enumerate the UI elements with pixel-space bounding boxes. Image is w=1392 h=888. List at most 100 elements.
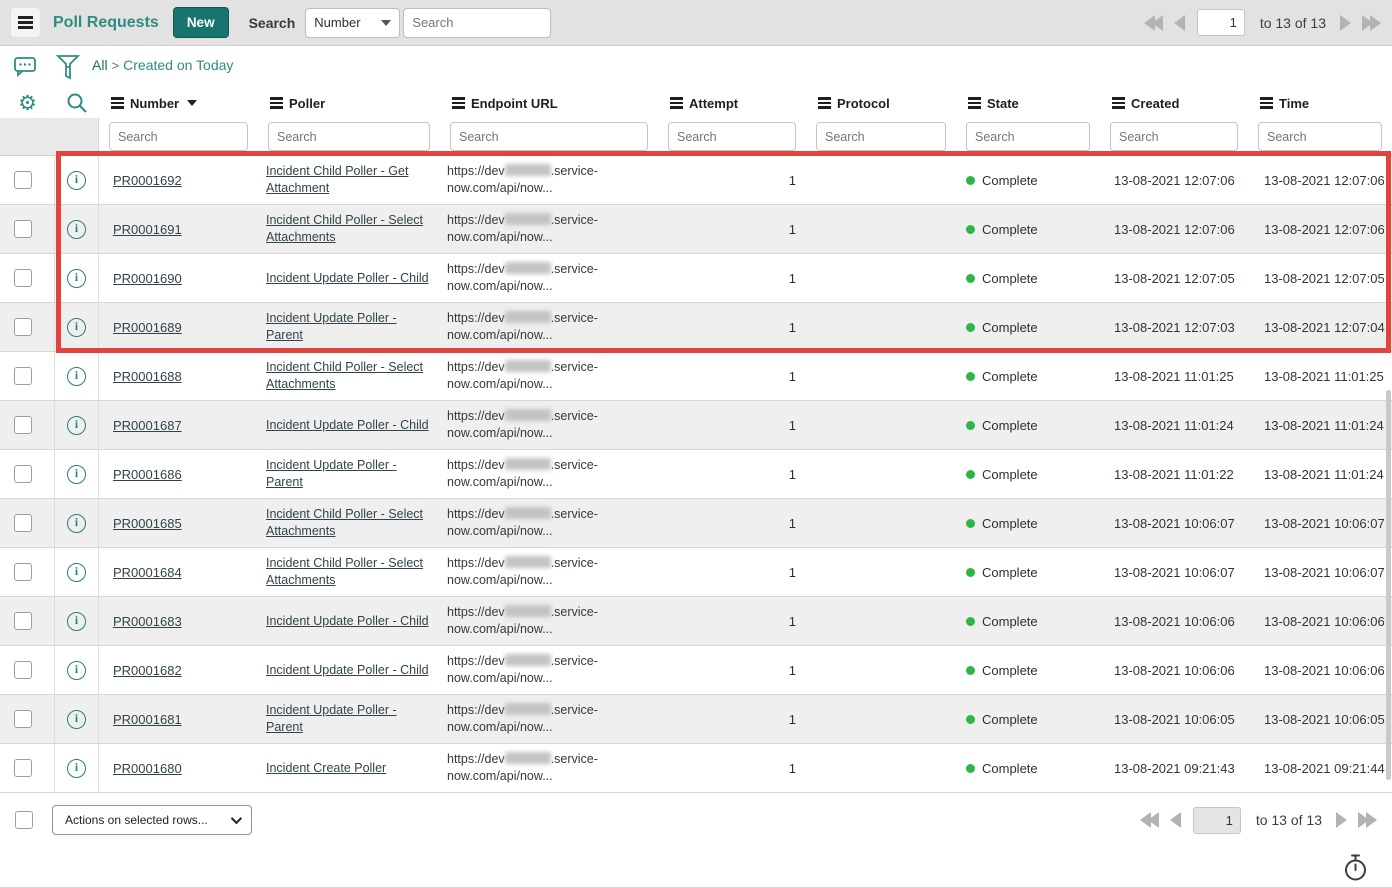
- number-link[interactable]: PR0001692: [113, 173, 182, 188]
- number-link[interactable]: PR0001680: [113, 761, 182, 776]
- poller-link[interactable]: Incident Update Poller - Parent: [266, 458, 397, 489]
- info-icon[interactable]: i: [67, 171, 86, 190]
- column-header-endpoint-url[interactable]: Endpoint URL: [440, 96, 658, 111]
- poller-link[interactable]: Incident Child Poller - Select Attachmen…: [266, 213, 423, 244]
- number-link[interactable]: PR0001682: [113, 663, 182, 678]
- info-icon[interactable]: i: [67, 759, 86, 778]
- poller-link[interactable]: Incident Update Poller - Child: [266, 418, 429, 432]
- column-header-poller[interactable]: Poller: [258, 96, 440, 111]
- context-menu-button[interactable]: [10, 7, 41, 38]
- number-link[interactable]: PR0001690: [113, 271, 182, 286]
- poller-link[interactable]: Incident Update Poller - Child: [266, 663, 429, 677]
- row-checkbox[interactable]: [14, 416, 32, 434]
- first-page-button[interactable]: [1139, 812, 1160, 828]
- info-icon[interactable]: i: [67, 661, 86, 680]
- global-search-input[interactable]: [403, 8, 551, 38]
- column-header-number[interactable]: Number: [99, 96, 258, 111]
- row-checkbox[interactable]: [14, 367, 32, 385]
- time-column-search-input[interactable]: [1258, 122, 1382, 151]
- column-menu-icon[interactable]: [968, 102, 981, 104]
- row-checkbox[interactable]: [14, 220, 32, 238]
- number-link[interactable]: PR0001684: [113, 565, 182, 580]
- previous-page-button[interactable]: [1169, 812, 1182, 828]
- row-checkbox[interactable]: [14, 465, 32, 483]
- poller-link[interactable]: Incident Update Poller - Parent: [266, 703, 397, 734]
- collaboration-chat-button[interactable]: [13, 54, 38, 79]
- info-icon[interactable]: i: [67, 220, 86, 239]
- number-link[interactable]: PR0001686: [113, 467, 182, 482]
- number-link[interactable]: PR0001681: [113, 712, 182, 727]
- column-menu-icon[interactable]: [670, 102, 683, 104]
- number-column-search-input[interactable]: [109, 122, 248, 151]
- page-number-input[interactable]: [1197, 9, 1245, 36]
- personalize-list-button[interactable]: ⚙: [18, 93, 37, 114]
- column-header-protocol[interactable]: Protocol: [806, 96, 956, 111]
- poller-link[interactable]: Incident Child Poller - Select Attachmen…: [266, 507, 423, 538]
- created-column-search-input[interactable]: [1110, 122, 1238, 151]
- info-icon[interactable]: i: [67, 710, 86, 729]
- column-menu-icon[interactable]: [111, 102, 124, 104]
- select-all-checkbox[interactable]: [15, 811, 33, 829]
- actions-on-selected-rows-select[interactable]: Actions on selected rows...: [52, 805, 252, 835]
- refresh-timer-button[interactable]: [1342, 853, 1369, 888]
- number-link[interactable]: PR0001685: [113, 516, 182, 531]
- row-checkbox[interactable]: [14, 661, 32, 679]
- last-page-button[interactable]: [1361, 15, 1382, 31]
- info-icon[interactable]: i: [67, 318, 86, 337]
- poller-link[interactable]: Incident Update Poller - Parent: [266, 311, 397, 342]
- column-header-attempt[interactable]: Attempt: [658, 96, 806, 111]
- poller-column-search-input[interactable]: [268, 122, 430, 151]
- info-icon[interactable]: i: [67, 514, 86, 533]
- number-link[interactable]: PR0001683: [113, 614, 182, 629]
- poller-link[interactable]: Incident Child Poller - Select Attachmen…: [266, 360, 423, 391]
- info-icon[interactable]: i: [67, 269, 86, 288]
- column-header-time[interactable]: Time: [1248, 96, 1392, 111]
- poller-link[interactable]: Incident Child Poller - Select Attachmen…: [266, 556, 423, 587]
- next-page-button[interactable]: [1339, 15, 1352, 31]
- attempt-column-search-input[interactable]: [668, 122, 796, 151]
- column-menu-icon[interactable]: [818, 102, 831, 104]
- breadcrumb-filter-link[interactable]: Created on Today: [123, 57, 233, 73]
- state-column-search-input[interactable]: [966, 122, 1090, 151]
- list-search-toggle-button[interactable]: [65, 91, 89, 115]
- column-header-state[interactable]: State: [956, 96, 1100, 111]
- poller-link[interactable]: Incident Update Poller - Child: [266, 271, 429, 285]
- column-menu-icon[interactable]: [452, 102, 465, 104]
- info-icon[interactable]: i: [67, 367, 86, 386]
- first-page-button[interactable]: [1143, 15, 1164, 31]
- column-menu-icon[interactable]: [1112, 102, 1125, 104]
- number-link[interactable]: PR0001687: [113, 418, 182, 433]
- number-link[interactable]: PR0001691: [113, 222, 182, 237]
- row-checkbox[interactable]: [14, 269, 32, 287]
- number-link[interactable]: PR0001689: [113, 320, 182, 335]
- row-checkbox[interactable]: [14, 171, 32, 189]
- next-page-button[interactable]: [1335, 812, 1348, 828]
- info-icon[interactable]: i: [67, 465, 86, 484]
- info-icon[interactable]: i: [67, 612, 86, 631]
- page-number-input[interactable]: [1193, 807, 1241, 834]
- row-checkbox[interactable]: [14, 612, 32, 630]
- previous-page-button[interactable]: [1173, 15, 1186, 31]
- info-icon[interactable]: i: [67, 563, 86, 582]
- row-checkbox[interactable]: [14, 514, 32, 532]
- filter-button[interactable]: [55, 53, 81, 80]
- column-header-created[interactable]: Created: [1100, 96, 1248, 111]
- poller-link[interactable]: Incident Child Poller - Get Attachment: [266, 164, 408, 195]
- row-checkbox[interactable]: [14, 759, 32, 777]
- number-link[interactable]: PR0001688: [113, 369, 182, 384]
- endpoint-url-column-search-input[interactable]: [450, 122, 648, 151]
- row-checkbox[interactable]: [14, 710, 32, 728]
- new-button[interactable]: New: [173, 7, 229, 38]
- poller-link[interactable]: Incident Update Poller - Child: [266, 614, 429, 628]
- last-page-button[interactable]: [1357, 812, 1378, 828]
- row-checkbox[interactable]: [14, 563, 32, 581]
- search-field-select[interactable]: Number: [305, 8, 400, 38]
- row-checkbox[interactable]: [14, 318, 32, 336]
- protocol-column-search-input[interactable]: [816, 122, 946, 151]
- breadcrumb-all-link[interactable]: All: [92, 57, 108, 73]
- info-icon[interactable]: i: [67, 416, 86, 435]
- vertical-scrollbar[interactable]: [1386, 390, 1391, 780]
- column-menu-icon[interactable]: [270, 102, 283, 104]
- poller-link[interactable]: Incident Create Poller: [266, 761, 386, 775]
- column-menu-icon[interactable]: [1260, 102, 1273, 104]
